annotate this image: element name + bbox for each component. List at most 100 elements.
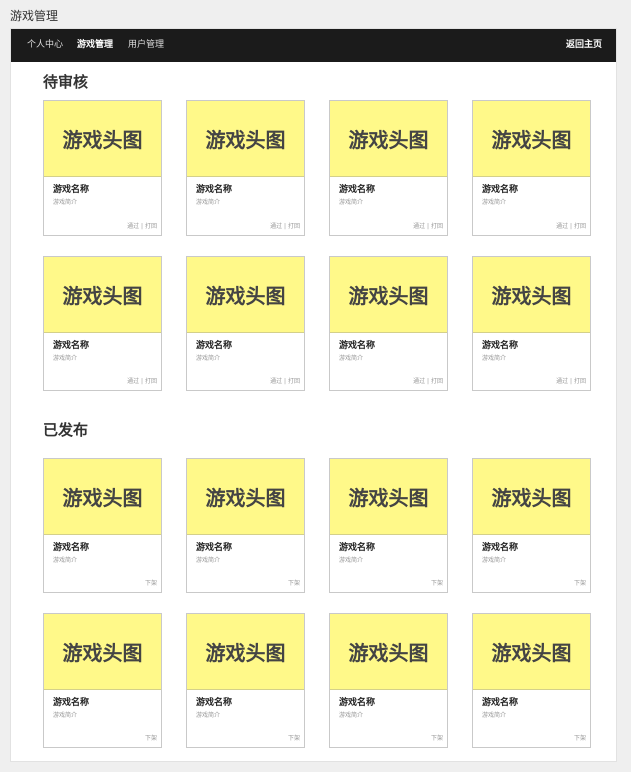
pending-game-card[interactable]: 游戏头图 游戏名称 游戏简介 通过 | 打回 — [329, 100, 448, 236]
card-actions: 下架 — [431, 578, 443, 587]
game-header-image: 游戏头图 — [330, 614, 447, 690]
unpublish-link[interactable]: 下架 — [574, 735, 586, 742]
game-description: 游戏简介 — [482, 557, 507, 564]
published-game-card[interactable]: 游戏头图 游戏名称 游戏简介 下架 — [329, 458, 448, 593]
approve-link[interactable]: 通过 — [556, 223, 568, 230]
page-title: 游戏管理 — [10, 9, 59, 23]
game-header-image: 游戏头图 — [473, 459, 590, 535]
game-description: 游戏简介 — [53, 557, 78, 564]
reject-link[interactable]: 打回 — [574, 378, 586, 385]
card-actions: 下架 — [145, 733, 157, 742]
game-header-image: 游戏头图 — [44, 459, 161, 535]
game-description: 游戏简介 — [482, 712, 507, 719]
card-actions: 下架 — [145, 578, 157, 587]
game-header-image: 游戏头图 — [44, 101, 161, 177]
game-name: 游戏名称 — [196, 543, 233, 553]
game-name: 游戏名称 — [196, 698, 233, 708]
game-header-image: 游戏头图 — [187, 459, 304, 535]
game-header-image: 游戏头图 — [473, 101, 590, 177]
published-game-card[interactable]: 游戏头图游戏名称游戏简介下架 — [43, 613, 162, 748]
approve-link[interactable]: 通过 — [556, 378, 568, 385]
pending-game-card[interactable]: 游戏头图 游戏名称 游戏简介 通过 | 打回 — [186, 100, 305, 236]
approve-link[interactable]: 通过 — [270, 223, 282, 230]
card-actions: 下架 — [574, 733, 586, 742]
approve-link[interactable]: 通过 — [127, 378, 139, 385]
published-game-card[interactable]: 游戏头图游戏名称游戏简介下架 — [43, 458, 162, 593]
game-header-image: 游戏头图 — [187, 257, 304, 333]
approve-link[interactable]: 通过 — [413, 378, 425, 385]
game-header-image: 游戏头图 — [187, 101, 304, 177]
game-name: 游戏名称 — [339, 543, 376, 553]
approve-link[interactable]: 通过 — [270, 378, 282, 385]
card-actions: 通过 | 打回 — [270, 376, 300, 385]
game-description: 游戏简介 — [196, 557, 221, 564]
game-name: 游戏名称 — [196, 185, 233, 195]
pending-game-card[interactable]: 游戏头图 游戏名称 游戏简介 通过 | 打回 — [472, 256, 591, 391]
reject-link[interactable]: 打回 — [145, 223, 157, 230]
game-name: 游戏名称 — [482, 698, 519, 708]
pending-game-card[interactable]: 游戏头图 游戏名称 游戏简介 通过 | 打回 — [43, 256, 162, 391]
game-name: 游戏名称 — [482, 543, 519, 553]
game-description: 游戏简介 — [196, 712, 221, 719]
game-name: 游戏名称 — [482, 185, 519, 195]
card-actions: 通过 | 打回 — [127, 221, 157, 230]
game-name: 游戏名称 — [339, 341, 376, 351]
game-header-image: 游戏头图 — [330, 257, 447, 333]
pending-game-card[interactable]: 游戏头图游戏名称游戏简介通过 | 打回 — [472, 100, 591, 236]
reject-link[interactable]: 打回 — [431, 378, 443, 385]
main-frame: 个人中心 游戏管理 用户管理 返回主页 待审核 已发布 游戏头图 游戏名称 游戏简介… — [10, 28, 617, 762]
published-game-card[interactable]: 游戏头图游戏名称游戏简介下架 — [186, 613, 305, 748]
reject-link[interactable]: 打回 — [431, 223, 443, 230]
reject-link[interactable]: 打回 — [288, 378, 300, 385]
card-actions: 下架 — [288, 733, 300, 742]
card-actions: 下架 — [431, 733, 443, 742]
game-name: 游戏名称 — [53, 543, 90, 553]
game-description: 游戏简介 — [196, 199, 221, 206]
game-description: 游戏简介 — [339, 557, 364, 564]
game-header-image: 游戏头图 — [44, 614, 161, 690]
reject-link[interactable]: 打回 — [145, 378, 157, 385]
published-game-card[interactable]: 游戏头图 游戏名称 游戏简介 下架 — [329, 613, 448, 748]
approve-link[interactable]: 通过 — [127, 223, 139, 230]
game-name: 游戏名称 — [196, 341, 233, 351]
published-game-card[interactable]: 游戏头图游戏名称游戏简介下架 — [186, 458, 305, 593]
pending-game-card[interactable]: 游戏头图 游戏名称 游戏简介 通过 | 打回 — [329, 256, 448, 391]
game-description: 游戏简介 — [482, 355, 507, 362]
nav-item-user-management[interactable]: 用户管理 — [128, 29, 164, 62]
nav-item-game-management[interactable]: 游戏管理 — [77, 29, 113, 62]
section-title-published: 已发布 — [43, 421, 89, 439]
section-title-pending: 待审核 — [43, 73, 89, 91]
pending-game-card[interactable]: 游戏头图游戏名称游戏简介通过 | 打回 — [186, 256, 305, 391]
unpublish-link[interactable]: 下架 — [145, 580, 157, 587]
reject-link[interactable]: 打回 — [574, 223, 586, 230]
game-description: 游戏简介 — [53, 712, 78, 719]
nav-item-personal-center[interactable]: 个人中心 — [27, 29, 63, 62]
unpublish-link[interactable]: 下架 — [431, 735, 443, 742]
pending-game-card[interactable]: 游戏头图 游戏名称 游戏简介 通过 | 打回 — [43, 100, 162, 236]
unpublish-link[interactable]: 下架 — [288, 735, 300, 742]
unpublish-link[interactable]: 下架 — [145, 735, 157, 742]
back-to-home-link[interactable]: 返回主页 — [566, 29, 602, 62]
unpublish-link[interactable]: 下架 — [288, 580, 300, 587]
card-actions: 通过 | 打回 — [413, 221, 443, 230]
unpublish-link[interactable]: 下架 — [431, 580, 443, 587]
card-actions: 通过 | 打回 — [556, 221, 586, 230]
card-actions: 通过 | 打回 — [413, 376, 443, 385]
game-header-image: 游戏头图 — [44, 257, 161, 333]
game-name: 游戏名称 — [482, 341, 519, 351]
game-header-image: 游戏头图 — [330, 101, 447, 177]
game-name: 游戏名称 — [53, 698, 90, 708]
reject-link[interactable]: 打回 — [288, 223, 300, 230]
unpublish-link[interactable]: 下架 — [574, 580, 586, 587]
game-header-image: 游戏头图 — [473, 257, 590, 333]
game-description: 游戏简介 — [339, 199, 364, 206]
game-header-image: 游戏头图 — [187, 614, 304, 690]
published-game-card[interactable]: 游戏头图游戏名称游戏简介下架 — [472, 458, 591, 593]
game-name: 游戏名称 — [53, 341, 90, 351]
top-navbar: 个人中心 游戏管理 用户管理 返回主页 — [11, 29, 616, 62]
game-description: 游戏简介 — [482, 199, 507, 206]
published-game-card[interactable]: 游戏头图 游戏名称 游戏简介 下架 — [472, 613, 591, 748]
approve-link[interactable]: 通过 — [413, 223, 425, 230]
game-description: 游戏简介 — [53, 355, 78, 362]
game-description: 游戏简介 — [196, 355, 221, 362]
